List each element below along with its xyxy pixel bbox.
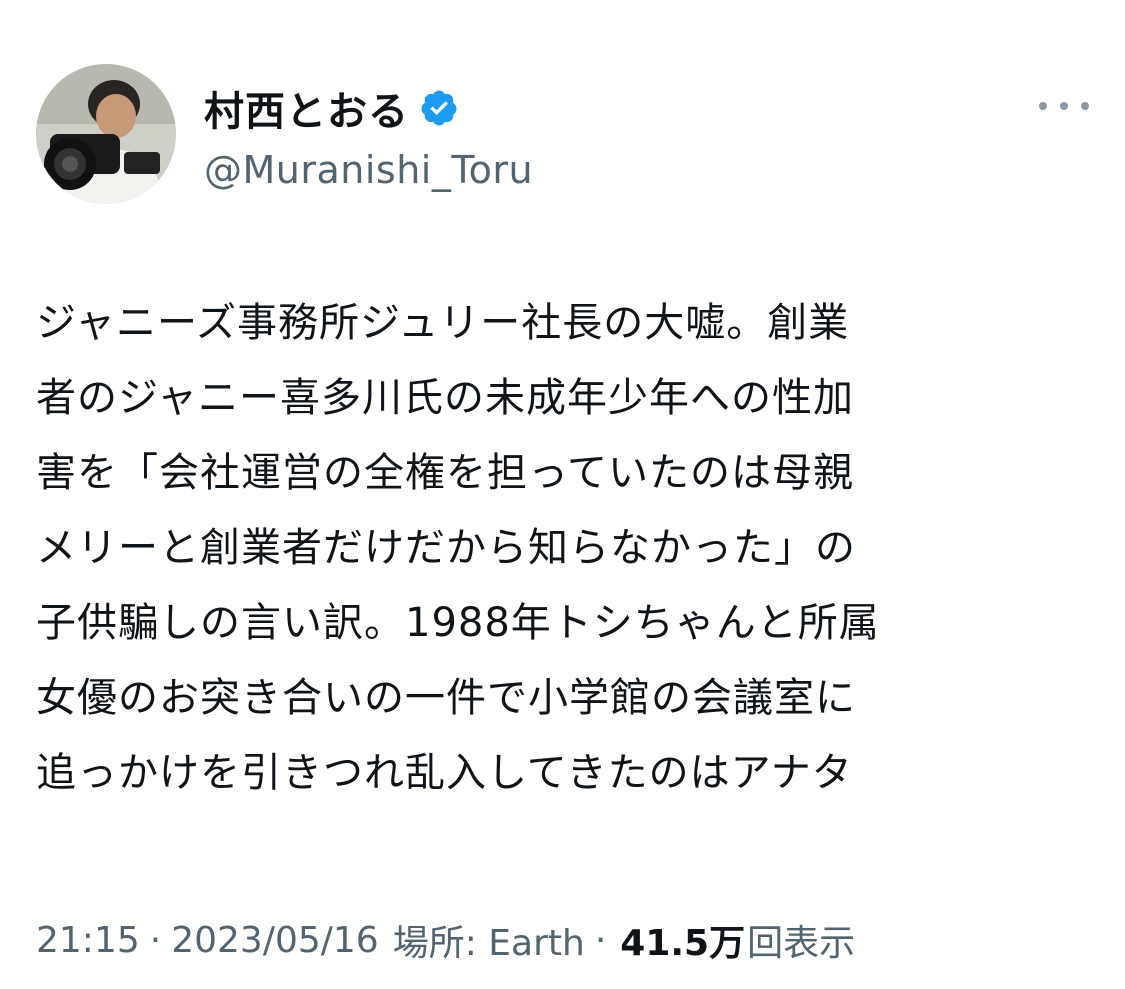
- tweet-date[interactable]: 2023/05/16: [171, 920, 379, 961]
- views-label: 回表示: [747, 923, 856, 964]
- verified-badge-icon[interactable]: [419, 88, 459, 128]
- tweet-time[interactable]: 21:15: [36, 920, 140, 961]
- tweet-line: 子供騙しの言い訳。1988年トシちゃんと所属: [36, 600, 880, 646]
- tweet-line: 追っかけを引きつれ乱入してきたのはアナタ: [36, 750, 853, 796]
- more-dot: [1060, 102, 1068, 110]
- tweet-line: メリーと創業者だけだから知らなかった」の: [36, 525, 856, 571]
- avatar[interactable]: [36, 64, 176, 204]
- meta-separator: ·: [594, 919, 607, 961]
- author-names: 村西とおる @Muranishi_Toru: [204, 82, 533, 192]
- more-dot: [1039, 102, 1047, 110]
- tweet-line: 害を「会社運営の全権を担っていたのは母親: [36, 450, 854, 496]
- tweet-meta: 21:15 · 2023/05/16 場所: Earth · 41.5万 回表示: [36, 912, 855, 968]
- tweet-text: ジャニーズ事務所ジュリー社長の大嘘。創業 者のジャニー喜多川氏の未成年少年への性加…: [36, 286, 1091, 811]
- tweet-line: ジャニーズ事務所ジュリー社長の大嘘。創業: [36, 300, 850, 346]
- more-dot: [1081, 102, 1089, 110]
- tweet-location: 場所: Earth: [392, 923, 585, 964]
- tweet-line: 者のジャニー喜多川氏の未成年少年への性加: [36, 375, 854, 421]
- views-count[interactable]: 41.5万: [620, 914, 745, 966]
- display-name-row: 村西とおる: [204, 79, 533, 137]
- tweet-line: 女優のお突き合いの一件で小学館の会議室に: [36, 675, 856, 721]
- meta-separator: ·: [149, 919, 162, 961]
- tweet-header: 村西とおる @Muranishi_Toru: [36, 64, 1089, 204]
- avatar-photo-icon: [36, 64, 176, 204]
- more-options-icon[interactable]: [1039, 86, 1089, 126]
- display-name[interactable]: 村西とおる: [204, 79, 409, 137]
- author-handle[interactable]: @Muranishi_Toru: [204, 148, 533, 192]
